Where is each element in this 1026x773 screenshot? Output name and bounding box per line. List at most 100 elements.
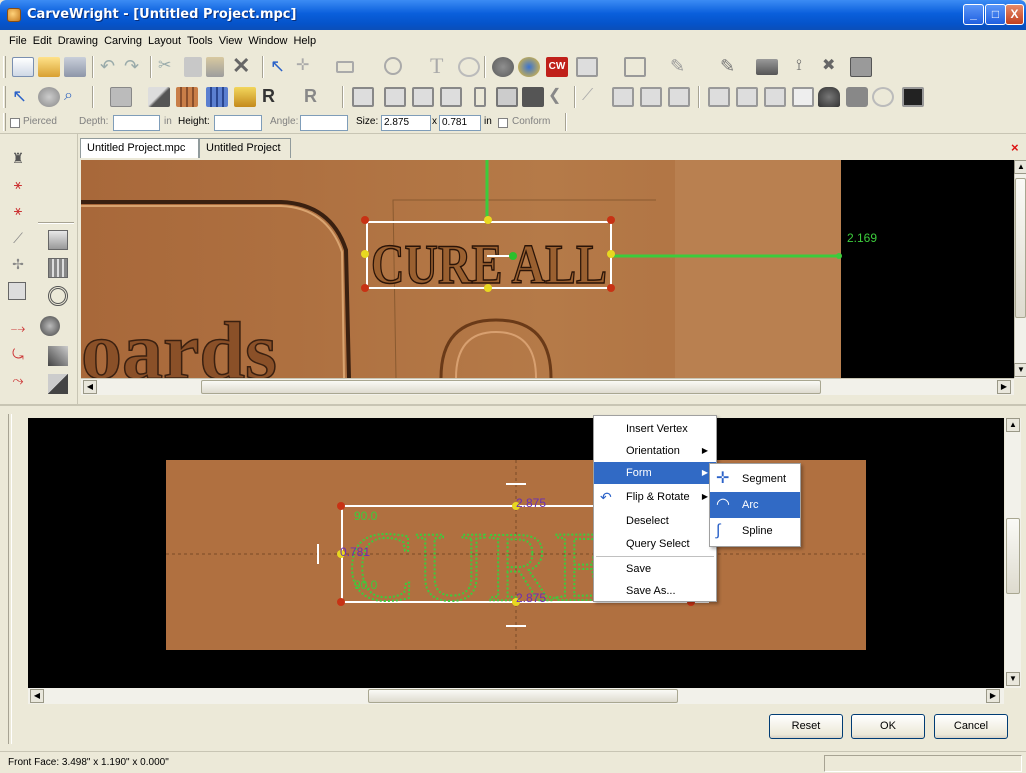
- blue-grid-icon[interactable]: [206, 87, 228, 107]
- editor-vertical-scrollbar[interactable]: ▲ ▼: [1005, 418, 1021, 688]
- trace-icon[interactable]: ✢: [8, 256, 28, 276]
- close-button[interactable]: X: [1005, 4, 1024, 25]
- wood-grid-icon[interactable]: [176, 87, 198, 107]
- editor-scroll-up-icon[interactable]: ▲: [1006, 418, 1020, 432]
- minimize-button[interactable]: _: [963, 4, 984, 25]
- 3d-scroll-thumb[interactable]: [1015, 178, 1026, 318]
- menu-deselect[interactable]: Deselect: [594, 510, 716, 532]
- tab-untitled-project-mpc[interactable]: Untitled Project.mpc: [80, 138, 199, 158]
- ungroup-icon[interactable]: [522, 87, 544, 107]
- maximize-button[interactable]: □: [985, 4, 1006, 25]
- open-folder-icon[interactable]: [38, 57, 60, 77]
- scroll-right-icon[interactable]: ▶: [997, 380, 1011, 394]
- pierced-checkbox[interactable]: [10, 118, 20, 128]
- menu-save[interactable]: Save: [594, 558, 716, 580]
- editor-horizontal-scrollbar[interactable]: ◀ ▶: [28, 688, 1004, 704]
- fence-icon[interactable]: [48, 258, 68, 278]
- snap-icon[interactable]: [38, 87, 60, 107]
- carve-region-icon[interactable]: [492, 57, 514, 77]
- figure-icon[interactable]: [818, 87, 840, 107]
- title-bar[interactable]: CarveWright - [Untitled Project.mpc] _ □…: [0, 0, 1026, 30]
- cut-icon[interactable]: ✂: [158, 57, 180, 77]
- align-top-icon[interactable]: [440, 87, 462, 107]
- group-icon[interactable]: [496, 87, 518, 107]
- copy-icon[interactable]: [184, 57, 202, 77]
- pin-tool-icon[interactable]: ⟟: [796, 57, 818, 77]
- 3d-view[interactable]: oards CURE ALL 2.169: [81, 160, 1014, 378]
- resize-r-icon[interactable]: R: [262, 87, 284, 107]
- curve-icon[interactable]: ❮: [548, 87, 570, 107]
- depth-field[interactable]: [113, 115, 160, 131]
- circle-tool-icon[interactable]: [384, 57, 402, 75]
- submenu-segment[interactable]: ✛ Segment: [710, 466, 800, 492]
- highlight-icon[interactable]: [234, 87, 256, 107]
- align-left-icon[interactable]: [352, 87, 374, 107]
- tools-icon[interactable]: ✖: [822, 57, 844, 77]
- carve-tool-icon[interactable]: ♜: [8, 150, 28, 170]
- zoom-icon[interactable]: ⌕: [64, 87, 86, 107]
- submenu-arc[interactable]: ◠ Arc: [710, 492, 800, 518]
- 3d-vertical-scrollbar[interactable]: ▲ ▼: [1014, 160, 1026, 378]
- undo-icon[interactable]: ↶: [100, 57, 122, 77]
- split-icon[interactable]: [668, 87, 690, 107]
- help-icon[interactable]: [902, 87, 924, 107]
- menu-save-as[interactable]: Save As...: [594, 580, 716, 602]
- cw-icon[interactable]: CW: [546, 57, 568, 77]
- angle-field[interactable]: [300, 115, 348, 131]
- remove-node-icon[interactable]: ⚹: [8, 202, 28, 222]
- board-icon[interactable]: [576, 57, 598, 77]
- select-arrow-icon[interactable]: ↖: [270, 57, 292, 77]
- menu-flip-rotate[interactable]: ↶ Flip & Rotate ▶: [594, 486, 716, 508]
- size-height-field[interactable]: 0.781: [439, 115, 481, 131]
- bevel-icon[interactable]: [40, 316, 60, 336]
- menu-tools[interactable]: Tools: [184, 35, 216, 47]
- pen-tool-icon[interactable]: ✎: [670, 57, 692, 77]
- shape-tool-icon[interactable]: [458, 57, 480, 77]
- tab-untitled-project[interactable]: Untitled Project: [199, 138, 291, 158]
- menu-window[interactable]: Window: [245, 35, 290, 47]
- merge-icon[interactable]: [640, 87, 662, 107]
- menu-carving[interactable]: Carving: [101, 35, 145, 47]
- stamp-tool-icon[interactable]: [756, 59, 778, 75]
- scroll-left-icon[interactable]: ◀: [83, 380, 97, 394]
- 3d-hscroll-thumb[interactable]: [201, 380, 821, 394]
- path-arc-icon[interactable]: ⤿: [8, 346, 28, 366]
- scroll-up-icon[interactable]: ▲: [1014, 160, 1026, 174]
- shade-icon[interactable]: [148, 87, 170, 107]
- conform-checkbox[interactable]: [498, 118, 508, 128]
- size-width-field[interactable]: 2.875: [381, 115, 431, 131]
- menu-insert-vertex[interactable]: Insert Vertex: [594, 418, 716, 440]
- editor-hscroll-thumb[interactable]: [368, 689, 678, 703]
- paste-icon[interactable]: [206, 57, 224, 77]
- 3d-horizontal-scrollbar[interactable]: ◀ ▶: [81, 378, 1014, 395]
- ring-icon[interactable]: [48, 286, 68, 306]
- menu-view[interactable]: View: [216, 35, 246, 47]
- menu-file[interactable]: File: [6, 35, 30, 47]
- menu-layout[interactable]: Layout: [145, 35, 184, 47]
- layer-4-icon[interactable]: [792, 87, 814, 107]
- editor-vscroll-thumb[interactable]: [1006, 518, 1020, 594]
- layer-1-icon[interactable]: [708, 87, 730, 107]
- layer-3-icon[interactable]: [764, 87, 786, 107]
- align-right-icon[interactable]: [412, 87, 434, 107]
- editor-scroll-right-icon[interactable]: ▶: [986, 689, 1000, 703]
- align-bottom-icon[interactable]: [474, 87, 486, 107]
- layer-2-icon[interactable]: [736, 87, 758, 107]
- pattern-editor-canvas[interactable]: CURE A 2.875 2.875 0.781 90.0 90.0: [28, 418, 1004, 688]
- pointer-icon[interactable]: ↖: [12, 87, 34, 107]
- gear-icon[interactable]: [872, 87, 894, 107]
- editor-scroll-left-icon[interactable]: ◀: [30, 689, 44, 703]
- align-center-icon[interactable]: [384, 87, 406, 107]
- vbit-icon[interactable]: [624, 57, 646, 77]
- brush-tool-icon[interactable]: ✎: [720, 57, 742, 77]
- chisel-icon[interactable]: [48, 230, 68, 250]
- draw-line-icon[interactable]: ⟋: [8, 230, 28, 250]
- frame-tool-icon[interactable]: [8, 282, 26, 300]
- menu-query-select[interactable]: Query Select: [594, 533, 716, 555]
- new-file-icon[interactable]: [12, 57, 34, 77]
- reset-button[interactable]: Reset: [769, 714, 843, 739]
- text-tool-icon[interactable]: T: [430, 55, 452, 77]
- grid-icon[interactable]: [110, 87, 132, 107]
- cancel-button[interactable]: Cancel: [934, 714, 1008, 739]
- rotate-r-icon[interactable]: R: [304, 87, 326, 107]
